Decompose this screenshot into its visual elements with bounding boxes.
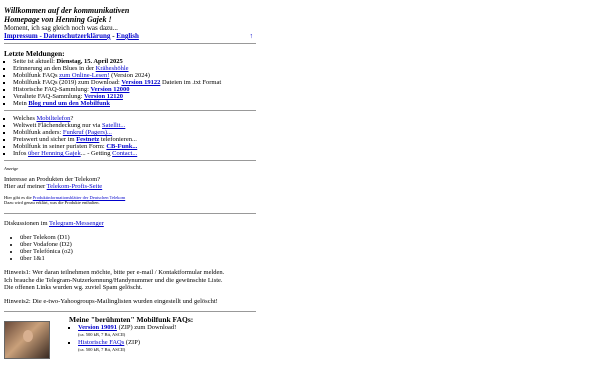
list-item: Mobilfunk in seiner puristen Form: CB-Fu… — [13, 143, 256, 150]
item-text: Dateien im .txt Format — [160, 79, 222, 86]
faq-19122-link[interactable]: Version 19122 — [121, 79, 160, 86]
telegram-link[interactable]: Telegram-Messenger — [49, 220, 104, 227]
item-text: Mobilfunk FAQs (2019) zum Download: — [13, 79, 122, 86]
faq-12120-link[interactable]: Version 12120 — [84, 93, 123, 100]
item-text: Mein — [13, 100, 29, 107]
list-item: über Telefónica (o2) — [20, 248, 256, 255]
list-item: Mobilfunk anders: Funkruf (Pagers)... — [13, 129, 256, 136]
item-text: Seite ist aktuell: — [13, 58, 57, 65]
item-text: Weltweit Flächendeckung nur via — [13, 122, 103, 129]
list-item: (ca. 500 kB, 7 Bit, ASCII) — [78, 331, 259, 338]
divider — [4, 110, 256, 111]
list-item: (ca. 500 kB, 7 Bit, ASCII) — [78, 346, 259, 353]
impressum-link[interactable]: Impressum - Datenschutzerklärung — [4, 32, 110, 40]
divider — [4, 43, 256, 44]
ad-line-1: Interesse an Produkten der Telekom? — [4, 176, 101, 183]
up-arrow-icon[interactable]: ↑ — [250, 32, 254, 40]
current-date: Dienstag, 15. April 2025 — [56, 58, 123, 65]
item-text: Diskussionen im — [4, 220, 50, 228]
list-item: über Vodafone (D2) — [20, 241, 256, 248]
ad-small-2: Dazu wird genau erklärt, was die Produkt… — [4, 200, 100, 206]
list-item: Erinnerung an den Blues in der Kräheshöh… — [13, 65, 256, 72]
list-item: Historische FAQs (ZIP) — [78, 339, 259, 346]
hint1-line-2: Ich brauche die Telegram-Nutzerkennung/H… — [4, 276, 223, 284]
faq-text: Meine "berühmten" Mobilfunk FAQs: Versio… — [69, 316, 259, 353]
item-text: Preiswert und sicher im — [13, 136, 77, 143]
list-item: Seite ist aktuell: Dienstag, 15. April 2… — [13, 58, 256, 65]
item-text: telefonieren... — [99, 136, 137, 143]
header: Willkommen auf der kommunikativen Homepa… — [4, 6, 256, 40]
item-text: Welches — [13, 115, 37, 122]
telegram-section: Diskussionen im Telegram-Messenger über … — [4, 220, 256, 305]
list-item: über 1&1 — [20, 255, 256, 262]
item-text: Erinnerung an den Blues in der — [13, 65, 96, 72]
list-item: Welches Mobiltelefon? — [13, 115, 256, 122]
header-links: Impressum - Datenschutzerklärung - Engli… — [4, 32, 256, 40]
list-item: Veraltete FAQ-Sammlung: Version 12120 — [13, 93, 256, 100]
moment-line: Moment, ich sag gleich noch was dazu... — [4, 24, 118, 32]
item-text: (Version 2024) — [109, 72, 150, 79]
topics-list: Welches Mobiltelefon? Weltweit Flächende… — [4, 115, 256, 157]
faq-section: Meine "berühmten" Mobilfunk FAQs: Versio… — [4, 316, 259, 360]
ad-section: Anzeige Interesse an Produkten der Telek… — [4, 166, 256, 205]
welcome-line: Willkommen auf der kommunikativen — [4, 6, 130, 15]
contact-link[interactable]: Contact... — [112, 150, 137, 157]
festnetz-link[interactable]: Festnetz — [76, 136, 99, 143]
item-text: ? — [70, 115, 74, 122]
list-item: Infos über Henning Gajek... - Getting Co… — [13, 150, 256, 157]
faq-list: Version 19091 (ZIP) zum Download! (ca. 5… — [69, 324, 259, 353]
item-text: (ZIP) — [124, 338, 140, 346]
divider — [4, 160, 256, 161]
hint2-line: Hinweis2: Die e-two-Yahoogroups-Mailingl… — [4, 298, 218, 306]
hint1-line-3: Die offenen Links wurden wg. zuviel Spam… — [4, 283, 143, 291]
telegram-list: über Telekom (D1) über Vodafone (D2) übe… — [4, 234, 256, 263]
list-item: Mein Blog rund um den Mobilfunk — [13, 100, 256, 107]
satellit-link[interactable]: Satellit... — [102, 122, 125, 129]
faq-12000-link[interactable]: Version 12000 — [91, 86, 130, 93]
blog-link[interactable]: Blog rund um den Mobilfunk — [28, 100, 110, 107]
faq-title: Meine "berühmten" Mobilfunk FAQs: — [69, 315, 194, 325]
news-title: Letzte Meldungen: — [4, 49, 65, 58]
file-size: (ca. 500 kB, 7 Bit, ASCII) — [78, 346, 126, 352]
list-item: Weltweit Flächendeckung nur via Satellit… — [13, 122, 256, 129]
author-photo — [4, 321, 50, 360]
item-text: Hier auf meiner — [4, 183, 47, 191]
item-text: Veraltete FAQ-Sammlung: — [13, 93, 85, 100]
item-text: Historische FAQ-Sammlung: — [13, 86, 91, 93]
item-text: (ZIP) zum Download! — [116, 324, 177, 332]
list-item: Version 19091 (ZIP) zum Download! — [78, 324, 259, 331]
list-item: Preiswert und sicher im Festnetz telefon… — [13, 136, 256, 143]
ad-line-2: Hier auf meiner Telekom-Profis-Seite — [4, 183, 256, 190]
divider — [4, 311, 256, 313]
funkruf-link[interactable]: Funkruf (Pagers)... — [63, 129, 112, 136]
historische-faq-link[interactable]: Historische FAQs — [78, 339, 124, 346]
item-text: ... - Getting — [80, 150, 113, 157]
telekom-profis-link[interactable]: Telekom-Profis-Seite — [47, 183, 103, 190]
list-item: über Telekom (D1) — [20, 234, 256, 241]
item-text: Infos — [13, 150, 28, 157]
file-size: (ca. 500 kB, 7 Bit, ASCII) — [78, 332, 126, 338]
list-item: Historische FAQ-Sammlung: Version 12000 — [13, 86, 256, 93]
item-text: Mobilfunk FAQs — [13, 72, 60, 79]
hint1-line-1: Hinweis1: Wer daran teilnehmen möchte, b… — [4, 269, 225, 277]
english-link[interactable]: English — [116, 32, 139, 40]
face-shape — [23, 330, 33, 343]
faq-19091-link[interactable]: Version 19091 — [78, 324, 117, 331]
list-item: Mobilfunk FAQs (2019) zum Download: Vers… — [13, 79, 256, 86]
item-text: Mobilfunk in seiner puristen Form: — [13, 143, 107, 150]
item-text: Mobilfunk anders: — [13, 129, 63, 136]
faq-online-link[interactable]: zum Online-Lesen! — [59, 72, 109, 79]
news-list: Seite ist aktuell: Dienstag, 15. April 2… — [4, 58, 256, 107]
telegram-intro: Diskussionen im Telegram-Messenger — [4, 220, 256, 227]
divider — [4, 213, 256, 215]
ad-label: Anzeige — [4, 166, 19, 171]
kraehshoehle-link[interactable]: Kräheshöhle — [96, 65, 129, 72]
homepage-line: Homepage von Henning Gajek ! — [4, 15, 112, 24]
page-content: Willkommen auf der kommunikativen Homepa… — [4, 6, 259, 360]
about-henning-link[interactable]: über Henning Gajek — [28, 150, 81, 157]
list-item: Mobilfunk FAQs zum Online-Lesen! (Versio… — [13, 72, 256, 79]
cb-funk-link[interactable]: CB-Funk... — [106, 143, 137, 150]
mobiltelefon-link[interactable]: Mobiltelefon — [36, 115, 70, 122]
